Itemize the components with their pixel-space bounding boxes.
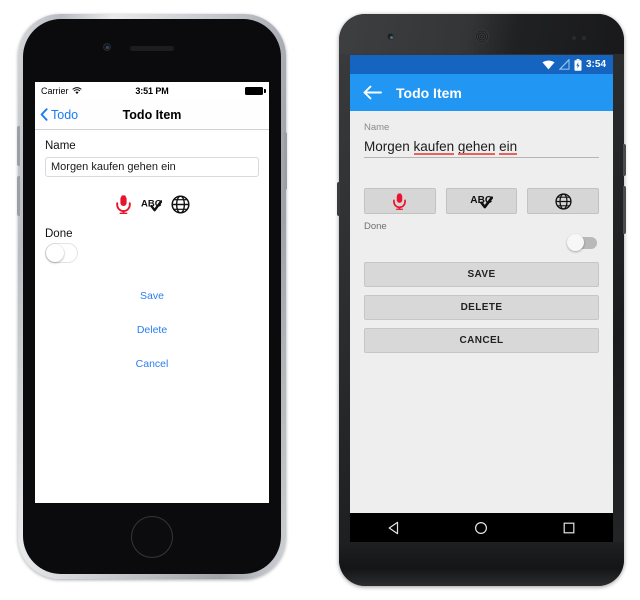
wifi-icon [542,60,555,69]
ios-name-label: Name [45,140,76,152]
spellcheck-abc-icon[interactable]: ABC [141,197,162,212]
android-volume-button[interactable] [623,186,626,234]
android-save-button[interactable]: SAVE [364,262,599,287]
ios-done-label: Done [45,228,73,240]
word-gehen-misspelled: gehen [457,139,496,155]
iphone-power-button[interactable] [284,132,287,190]
android-bottom-bezel [339,542,624,586]
chevron-left-icon [40,108,48,121]
iphone-volume-up-button[interactable] [17,126,20,166]
iphone-bezel: Carrier 3:51 PM Todo Todo Item Name Morg… [23,19,281,574]
ios-delete-button[interactable]: Delete [45,313,259,347]
globe-icon[interactable] [170,195,190,214]
ios-input-method-icon-row: ABC [45,195,259,214]
android-action-list: SAVE DELETE CANCEL [364,262,599,353]
ios-action-list: Save Delete Cancel [45,279,259,381]
iphone-device-frame: Carrier 3:51 PM Todo Todo Item Name Morg… [17,14,287,579]
iphone-earpiece [130,46,174,51]
ios-form: Name ABC [35,130,269,381]
android-name-input[interactable]: Morgen kaufen gehen ein [364,139,599,158]
ios-done-toggle[interactable] [45,243,78,263]
android-device-frame: 3:54 Todo Item Name Morgen kaufen gehen … [337,14,626,586]
android-clock: 3:54 [585,59,606,70]
android-done-toggle[interactable] [567,234,597,251]
android-input-method-icon-row: ABC [364,188,600,214]
battery-icon [245,87,266,95]
android-spellcheck-button[interactable]: ABC [445,188,518,214]
microphone-icon [393,192,407,210]
android-name-label: Name [364,122,390,133]
ios-done-toggle-knob [46,244,64,262]
screenshot-stage: Carrier 3:51 PM Todo Todo Item Name Morg… [0,0,640,600]
nav-home-icon[interactable] [474,521,488,535]
android-status-bar: 3:54 [350,55,613,74]
iphone-volume-down-button[interactable] [17,176,20,216]
android-top-bezel [339,14,624,54]
ios-clock: 3:51 PM [135,86,169,96]
android-earpiece [474,29,489,44]
iphone-front-camera-icon [103,43,111,51]
android-sensor-icon-2 [582,36,586,40]
android-sensor-icon [572,36,576,40]
android-screen: 3:54 Todo Item Name Morgen kaufen gehen … [350,55,613,542]
microphone-icon[interactable] [115,195,132,214]
word-ein-misspelled: ein [499,139,518,155]
android-done-label: Done [364,221,387,232]
nav-recents-icon[interactable] [562,521,576,535]
android-globe-button[interactable] [527,188,600,214]
word-morgen: Morgen [364,139,410,154]
ios-back-label: Todo [51,107,79,122]
android-cancel-button[interactable]: CANCEL [364,328,599,353]
android-side-button[interactable] [337,182,340,216]
android-microphone-button[interactable] [364,188,436,214]
nav-back-icon[interactable] [387,521,401,535]
word-kaufen-misspelled: kaufen [413,139,455,155]
spellcheck-abc-icon: ABC [470,195,493,209]
android-done-toggle-knob [567,234,584,251]
ios-save-button[interactable]: Save [45,279,259,313]
ios-cancel-button[interactable]: Cancel [45,347,259,381]
signal-off-icon [558,59,570,70]
android-toolbar: Todo Item [350,74,613,111]
android-navigation-bar [350,513,613,542]
android-name-input-value: Morgen kaufen gehen ein [364,139,599,155]
android-form: Name Morgen kaufen gehen ein ABC Done SA… [350,111,613,497]
android-power-button[interactable] [623,144,626,176]
android-front-camera-icon [387,33,394,40]
arrow-back-icon[interactable] [363,85,382,100]
ios-name-input[interactable] [45,157,259,177]
android-delete-button[interactable]: DELETE [364,295,599,320]
ios-navigation-bar: Todo Todo Item [35,100,269,130]
ios-back-button[interactable]: Todo [35,108,78,122]
android-done-toggle-row [364,234,599,251]
globe-icon [555,192,572,210]
ios-status-bar: Carrier 3:51 PM [35,82,269,100]
battery-charging-icon [574,58,582,71]
iphone-screen: Carrier 3:51 PM Todo Todo Item Name Morg… [35,82,269,503]
android-page-title: Todo Item [396,84,462,101]
iphone-home-button[interactable] [131,516,173,558]
